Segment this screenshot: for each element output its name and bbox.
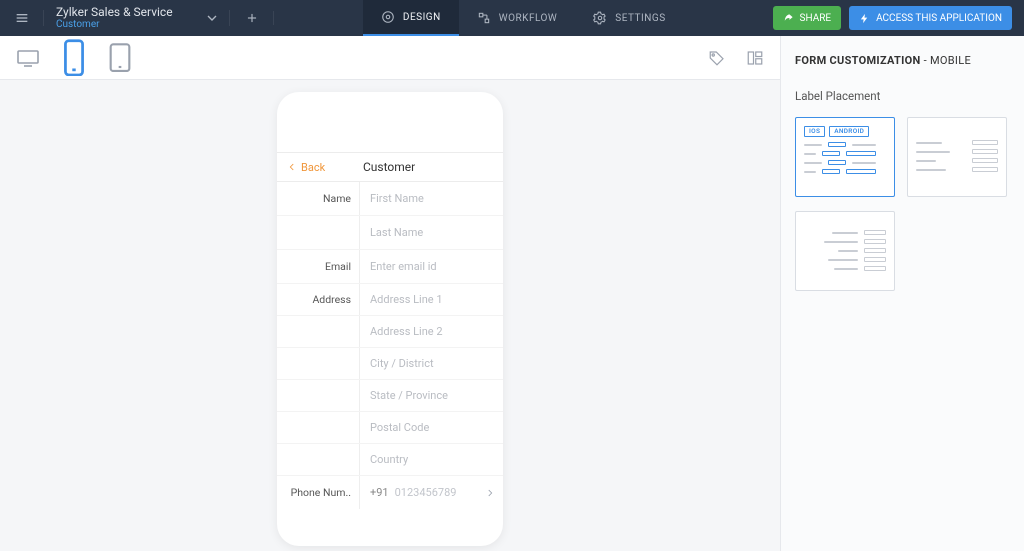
canvas: Back Customer Name First Name Last Name: [0, 80, 780, 551]
field-input-cell: Last Name: [359, 216, 503, 249]
back-label: Back: [301, 161, 325, 174]
os-tabs: IOS ANDROID: [804, 126, 886, 136]
phone-body: Name First Name Last Name Email Enter em…: [277, 182, 503, 546]
tab-design[interactable]: DESIGN: [363, 0, 459, 36]
tablet-icon: [108, 43, 132, 72]
field-row-phone: Phone Num.. +91 0123456789: [277, 476, 503, 509]
state-input[interactable]: State / Province: [370, 380, 503, 411]
tab-workflow[interactable]: WORKFLOW: [459, 0, 576, 36]
field-row-state: State / Province: [277, 380, 503, 412]
addr1-input[interactable]: Address Line 1: [370, 284, 503, 315]
panel-title: FORM CUSTOMIZATION - MOBILE: [795, 54, 1010, 67]
field-input-cell: Address Line 1: [359, 284, 503, 315]
last-name-input[interactable]: Last Name: [370, 216, 503, 249]
email-input[interactable]: Enter email id: [370, 250, 503, 283]
canvas-tools: [708, 36, 764, 79]
desktop-icon: [16, 49, 40, 67]
design-icon: [381, 10, 395, 24]
app-title-block: Zylker Sales & Service Customer: [44, 2, 194, 34]
device-desktop[interactable]: [16, 50, 40, 66]
app-switcher[interactable]: [194, 10, 230, 26]
phone-preview: Back Customer Name First Name Last Name: [277, 92, 503, 546]
add-app-button[interactable]: [230, 11, 274, 25]
panel-section-label: Label Placement: [795, 89, 1010, 103]
field-label: Name: [277, 192, 359, 205]
field-row-postal: Postal Code: [277, 412, 503, 444]
layout-option-left-labels[interactable]: IOS ANDROID: [795, 117, 895, 197]
chevron-right-icon: [485, 488, 495, 498]
field-label: Address: [277, 293, 359, 306]
tab-settings[interactable]: SETTINGS: [575, 0, 683, 36]
workflow-icon: [477, 11, 491, 25]
form-title: Customer: [363, 160, 415, 174]
field-label: Phone Num..: [277, 486, 359, 499]
share-icon: [783, 13, 794, 24]
field-row-lastname: Last Name: [277, 216, 503, 250]
panel-title-main: FORM CUSTOMIZATION: [795, 54, 921, 67]
label-placement-row1: IOS ANDROID: [795, 117, 1010, 197]
layout-option-right-aligned[interactable]: [795, 211, 895, 291]
layout-option-top-labels[interactable]: [907, 117, 1007, 197]
first-name-input[interactable]: First Name: [370, 182, 503, 215]
field-label: Email: [277, 260, 359, 273]
tag-icon[interactable]: [708, 49, 726, 67]
phone-header: Back Customer: [277, 152, 503, 182]
phone-notch-pad: [277, 92, 503, 152]
label-placement-row2: [795, 211, 1010, 291]
phone-input[interactable]: 0123456789: [395, 486, 457, 499]
plus-icon: [245, 11, 259, 25]
postal-input[interactable]: Postal Code: [370, 412, 503, 443]
topbar-left: Zylker Sales & Service Customer: [0, 0, 274, 36]
device-mobile[interactable]: [62, 50, 86, 66]
field-row-country: Country: [277, 444, 503, 476]
topbar-actions: SHARE ACCESS THIS APPLICATION: [773, 0, 1024, 36]
field-row-addr2: Address Line 2: [277, 316, 503, 348]
phone-picker-arrow[interactable]: [485, 483, 495, 502]
back-button[interactable]: Back: [287, 161, 325, 174]
device-switcher: [16, 50, 132, 66]
right-panel: FORM CUSTOMIZATION - MOBILE Label Placem…: [780, 36, 1024, 551]
mobile-icon: [62, 39, 86, 77]
country-input[interactable]: Country: [370, 444, 503, 475]
app-subtitle[interactable]: Customer: [56, 19, 182, 30]
hamburger-icon: [14, 10, 30, 26]
button-label: ACCESS THIS APPLICATION: [876, 13, 1002, 24]
os-tab-ios[interactable]: IOS: [804, 126, 825, 137]
addr2-input[interactable]: Address Line 2: [370, 316, 503, 347]
chevron-left-icon: [287, 162, 297, 172]
field-row-email: Email Enter email id: [277, 250, 503, 284]
chevron-down-icon: [204, 10, 220, 26]
tab-label: WORKFLOW: [499, 13, 558, 24]
field-input-cell: First Name: [359, 182, 503, 215]
field-row-name: Name First Name: [277, 182, 503, 216]
workspace: Back Customer Name First Name Last Name: [0, 36, 780, 551]
layout-icon[interactable]: [746, 49, 764, 67]
access-button[interactable]: ACCESS THIS APPLICATION: [849, 6, 1012, 30]
menu-button[interactable]: [0, 10, 44, 26]
share-button[interactable]: SHARE: [773, 6, 842, 30]
field-row-city: City / District: [277, 348, 503, 380]
field-input-cell: Enter email id: [359, 250, 503, 283]
device-toolstrip: [0, 36, 780, 80]
panel-title-sub: - MOBILE: [921, 54, 971, 67]
tab-label: SETTINGS: [615, 13, 665, 24]
topbar-nav: DESIGN WORKFLOW SETTINGS: [274, 0, 773, 36]
gear-icon: [593, 11, 607, 25]
top-bar: Zylker Sales & Service Customer DESIGN W…: [0, 0, 1024, 36]
button-label: SHARE: [800, 13, 832, 24]
app-title: Zylker Sales & Service: [56, 6, 182, 19]
device-tablet[interactable]: [108, 50, 132, 66]
field-row-address: Address Address Line 1: [277, 284, 503, 316]
bolt-icon: [859, 13, 870, 24]
phone-prefix[interactable]: +91: [370, 476, 395, 509]
os-tab-android[interactable]: ANDROID: [829, 126, 869, 137]
city-input[interactable]: City / District: [370, 348, 503, 379]
tab-label: DESIGN: [403, 12, 441, 23]
